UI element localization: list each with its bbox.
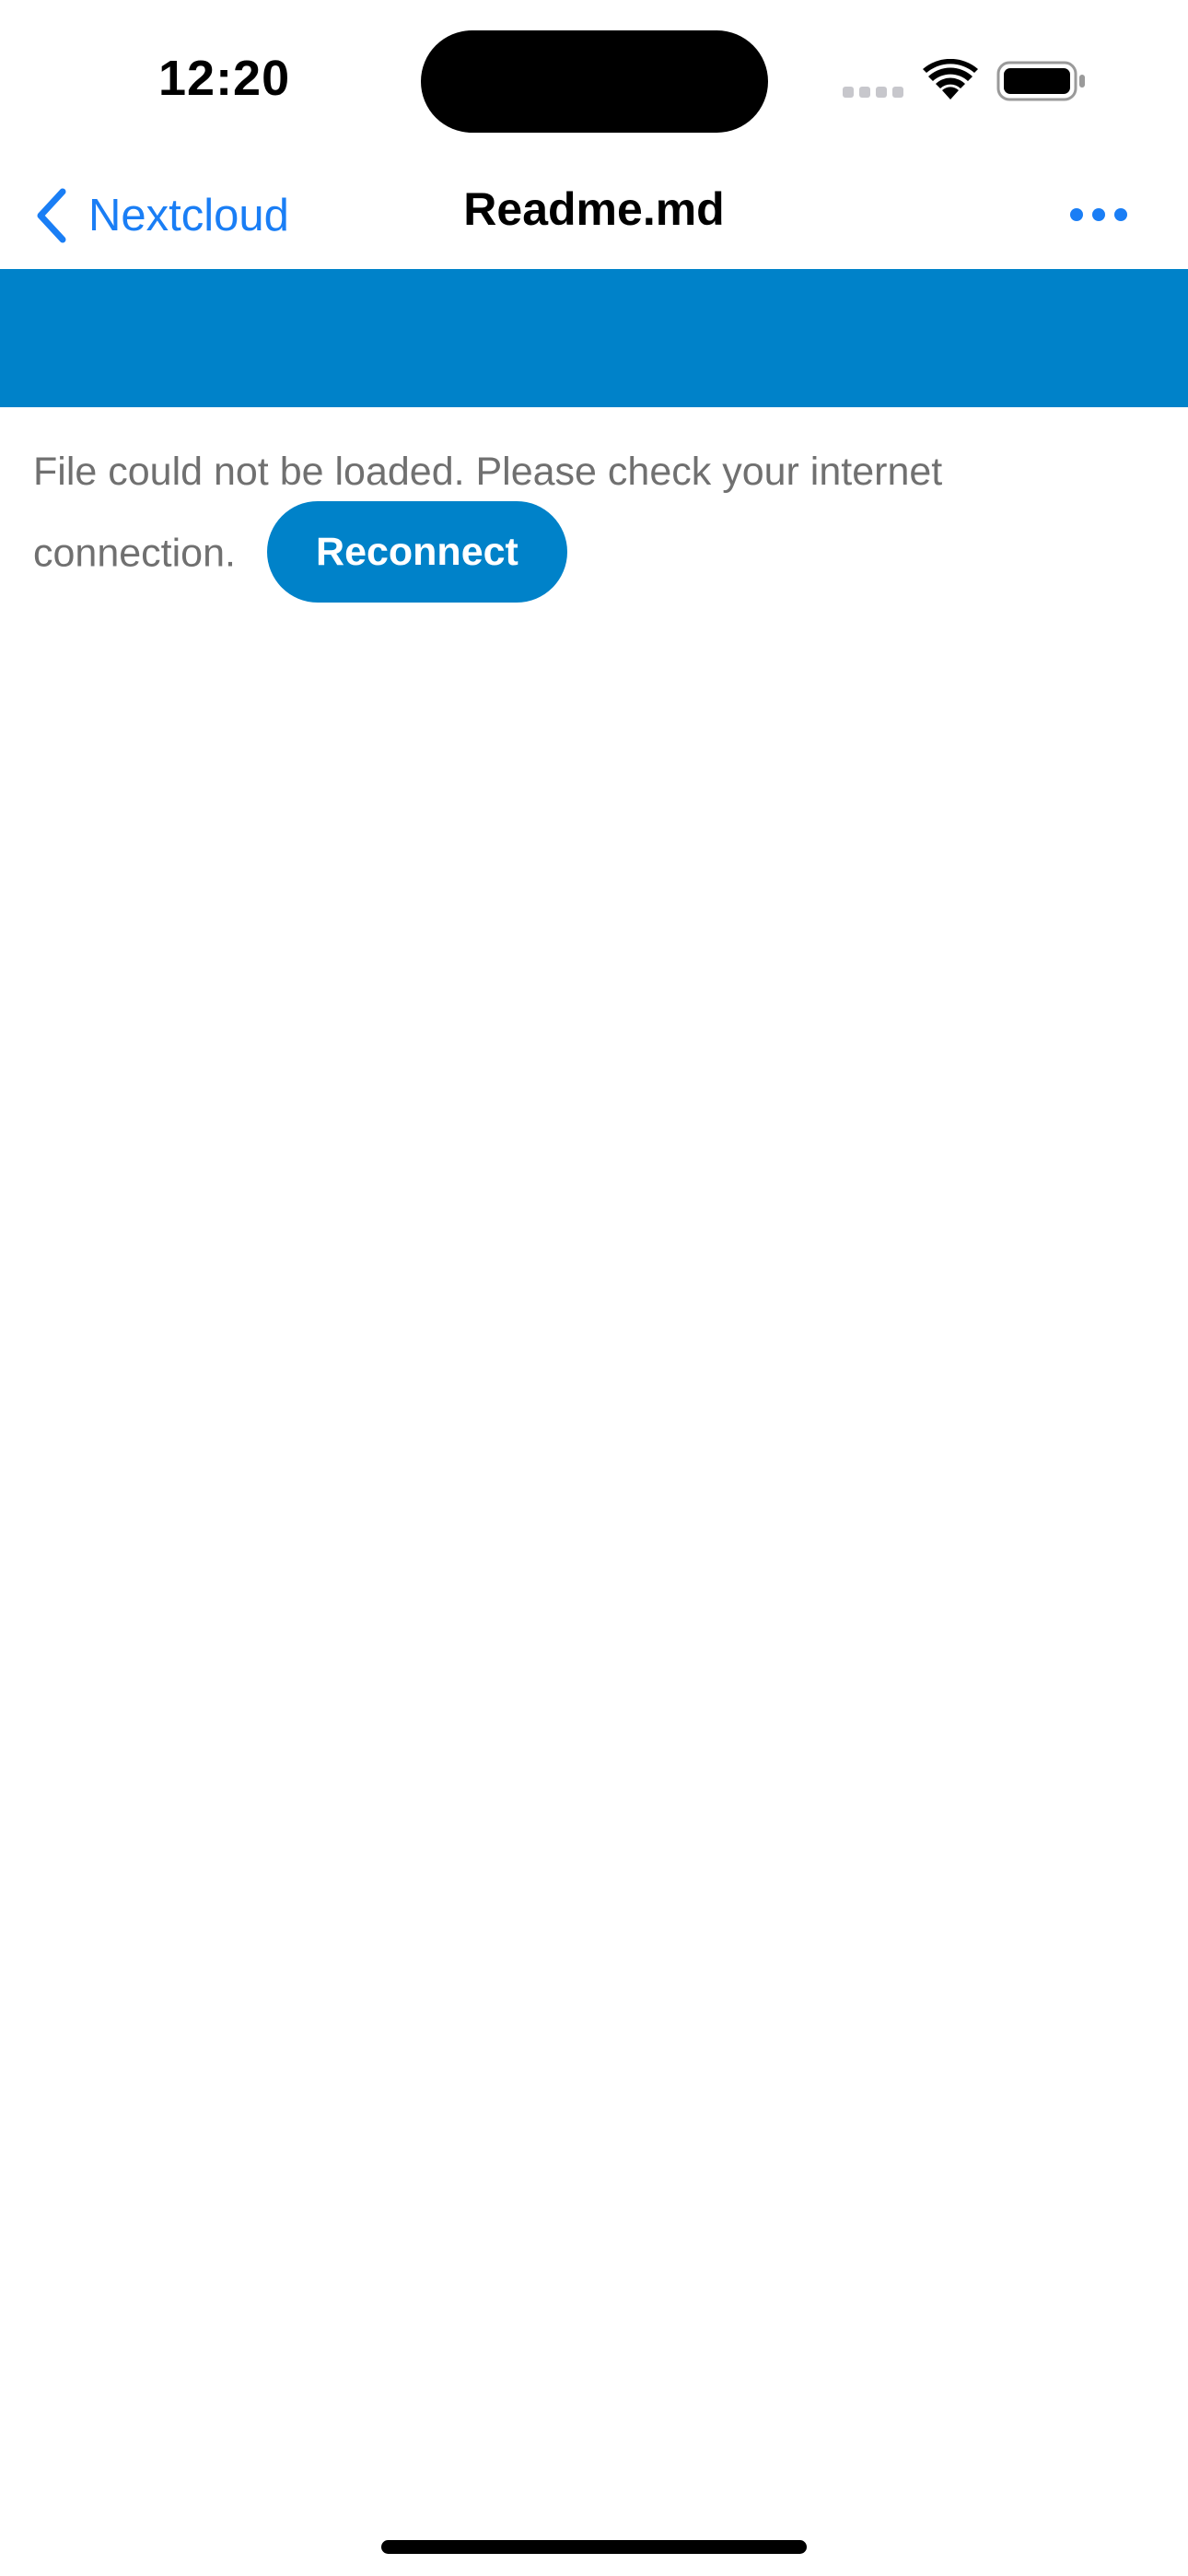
status-time: 12:20 (158, 51, 291, 106)
navigation-bar: Nextcloud Readme.md (0, 162, 1188, 269)
wifi-icon (923, 59, 978, 100)
header-banner (0, 269, 1188, 407)
battery-icon (996, 61, 1085, 101)
dynamic-island (421, 30, 768, 133)
error-message: File could not be loaded. Please check y… (33, 439, 1138, 606)
home-indicator[interactable] (381, 2540, 807, 2554)
reconnect-button[interactable]: Reconnect (266, 501, 567, 603)
page-title: Readme.md (463, 183, 725, 235)
status-bar: 12:20 (0, 0, 1188, 162)
cellular-signal-icon (843, 87, 903, 98)
ellipsis-icon[interactable] (1068, 192, 1129, 238)
